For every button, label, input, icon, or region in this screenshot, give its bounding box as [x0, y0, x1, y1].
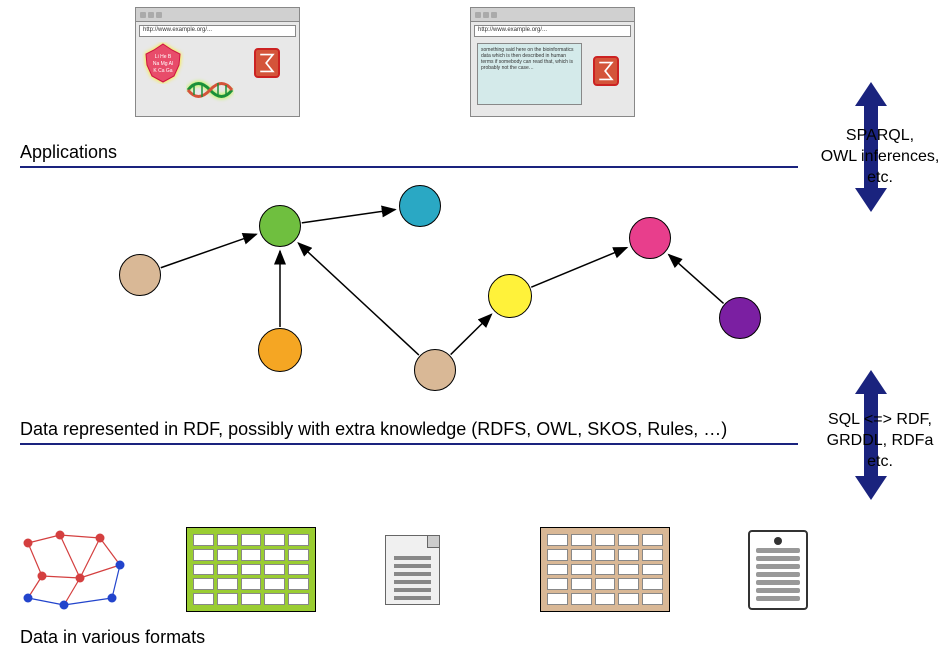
- graph-node: [119, 254, 161, 296]
- document-icon: [385, 535, 440, 605]
- graph-node: [414, 349, 456, 391]
- graph-node: [488, 274, 532, 318]
- graph-node: [719, 297, 761, 339]
- graph-node: [259, 205, 301, 247]
- graph-node: [258, 328, 302, 372]
- graph-node: [399, 185, 441, 227]
- datagrid-green-icon: [186, 527, 316, 612]
- server-icon: [748, 530, 808, 610]
- arrow-label-top: SPARQL, OWL inferences, etc.: [820, 126, 940, 188]
- graph-node: [629, 217, 671, 259]
- arrow-label-bottom: SQL <=> RDF, GRDDL, RDFa etc.: [820, 410, 940, 472]
- datagrid-tan-icon: [540, 527, 670, 612]
- network-graph-icon: [0, 0, 160, 651]
- data-formats-label: Data in various formats: [20, 627, 205, 648]
